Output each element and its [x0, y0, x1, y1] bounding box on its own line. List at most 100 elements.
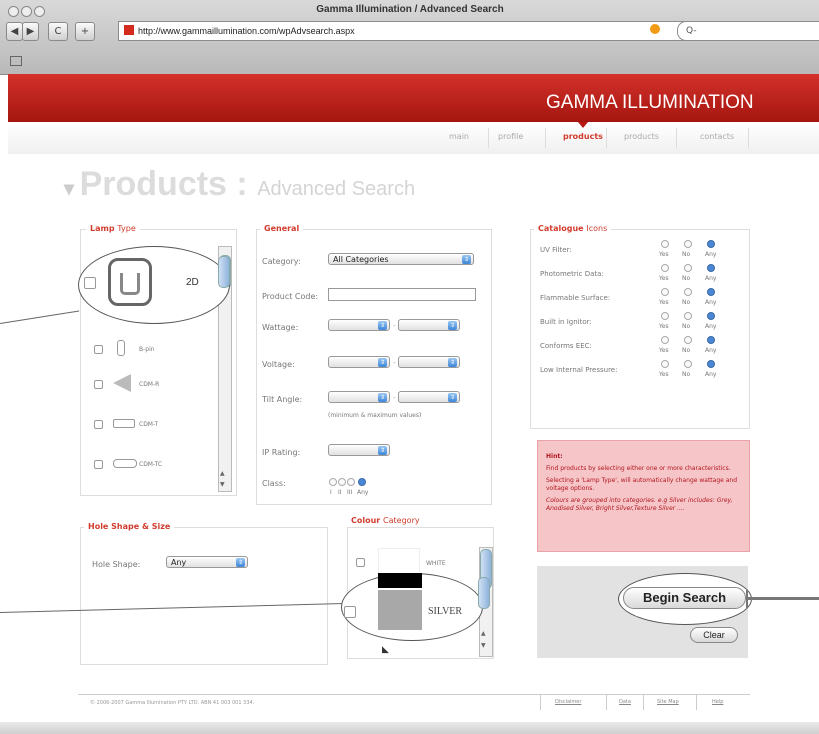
- page-title: ▾ Products : Advanced Search: [64, 165, 415, 204]
- catalogue-radio-no[interactable]: [684, 336, 692, 344]
- nav-item-products[interactable]: products: [624, 132, 659, 141]
- catalogue-option-label: Yes: [659, 251, 669, 258]
- catalogue-option-label: No: [682, 251, 691, 258]
- address-bar[interactable]: http://www.gammaillumination.com/wpAdvse…: [118, 21, 718, 41]
- wattage-max-select[interactable]: ⇕: [398, 319, 460, 331]
- select-arrows-icon: ⇕: [462, 255, 471, 264]
- voltage-min-select[interactable]: ⇕: [328, 356, 390, 368]
- product-code-input[interactable]: [328, 288, 476, 301]
- wattage-label: Wattage:: [262, 323, 299, 332]
- catalogue-option-label: Yes: [659, 323, 669, 330]
- nav-divider: [545, 128, 546, 148]
- scroll-up-arrow-icon[interactable]: ▲: [220, 470, 225, 477]
- lamp-checkbox-cdmtc[interactable]: [94, 460, 103, 469]
- footer-link-help[interactable]: Help: [712, 699, 723, 705]
- zoom-window-icon[interactable]: [34, 6, 45, 17]
- catalogue-radio-any[interactable]: [707, 336, 715, 344]
- catalogue-radio-yes[interactable]: [661, 336, 669, 344]
- forward-button[interactable]: ▶: [22, 22, 39, 41]
- catalogue-option-label: Any: [705, 299, 717, 306]
- range-dash: -: [393, 394, 396, 402]
- nav-item-profile[interactable]: profile: [498, 132, 523, 141]
- hint-title: Hint:: [546, 453, 563, 460]
- catalogue-radio-no[interactable]: [684, 360, 692, 368]
- catalogue-radio-yes[interactable]: [661, 288, 669, 296]
- catalogue-icons-title: Catalogue Icons: [534, 224, 612, 233]
- tube-lamp-icon: [113, 419, 135, 428]
- site-favicon-icon: [124, 25, 134, 35]
- catalogue-option-label: Yes: [659, 371, 669, 378]
- general-title: General: [260, 224, 304, 233]
- ip-rating-select[interactable]: ⇕: [328, 444, 390, 456]
- site-logo[interactable]: GAMMA ILLUMINATION: [546, 92, 754, 114]
- hint-box: Hint: Find products by selecting either …: [537, 440, 750, 552]
- class-label: Class:: [262, 479, 286, 488]
- callout-pointer-bracket: [746, 590, 748, 608]
- close-window-icon[interactable]: [8, 6, 19, 17]
- hint-line-1: Find products by selecting either one or…: [546, 465, 731, 472]
- bookmarks-book-icon[interactable]: [10, 56, 22, 66]
- minimize-window-icon[interactable]: [21, 6, 32, 17]
- lamp-checkbox-cdmr[interactable]: [94, 380, 103, 389]
- catalogue-radio-no[interactable]: [684, 264, 692, 272]
- catalogue-radio-any[interactable]: [707, 312, 715, 320]
- catalogue-radio-any[interactable]: [707, 288, 715, 296]
- catalogue-radio-yes[interactable]: [661, 360, 669, 368]
- nav-item-contacts[interactable]: contacts: [700, 132, 734, 141]
- category-select[interactable]: All Categories ⇕: [328, 253, 474, 265]
- tilt-min-select[interactable]: ⇕: [328, 391, 390, 403]
- catalogue-radio-any[interactable]: [707, 264, 715, 272]
- catalogue-radio-yes[interactable]: [661, 240, 669, 248]
- footer-link-data[interactable]: Data: [619, 699, 631, 705]
- add-bookmark-button[interactable]: +: [75, 22, 95, 41]
- select-arrows-icon: ⇕: [448, 393, 457, 402]
- browser-search-input[interactable]: Q-: [677, 21, 819, 41]
- clear-button[interactable]: Clear: [690, 627, 738, 643]
- tilt-hint: (minimum & maximum values): [328, 412, 422, 419]
- catalogue-row-label: UV Filter:: [540, 246, 572, 254]
- lamp-checkbox-bpin[interactable]: [94, 345, 103, 354]
- lamp-label-cdmtc: CDM-TC: [139, 461, 163, 468]
- catalogue-row-label: Conforms EEC:: [540, 342, 592, 350]
- catalogue-option-label: Any: [705, 251, 717, 258]
- scroll-down-arrow-icon[interactable]: ▼: [481, 642, 486, 649]
- begin-search-button[interactable]: Begin Search: [623, 587, 746, 609]
- reload-button[interactable]: C: [48, 22, 68, 41]
- zoomed-lamp-checkbox[interactable]: [84, 277, 96, 289]
- scroll-up-arrow-icon[interactable]: ▲: [481, 630, 486, 637]
- back-button[interactable]: ◀: [6, 22, 23, 41]
- voltage-max-select[interactable]: ⇕: [398, 356, 460, 368]
- catalogue-icons-panel: [530, 229, 750, 429]
- colour-checkbox-white[interactable]: [356, 558, 365, 567]
- nav-item-products-active[interactable]: products: [563, 132, 603, 141]
- footer-link-disclaimer[interactable]: Disclaimer: [555, 699, 581, 705]
- browser-status-bar: [0, 722, 819, 734]
- select-arrows-icon: ⇕: [448, 321, 457, 330]
- nav-divider: [748, 128, 749, 148]
- lamp-checkbox-cdmt[interactable]: [94, 420, 103, 429]
- select-arrows-icon: ⇕: [378, 393, 387, 402]
- catalogue-radio-no[interactable]: [684, 288, 692, 296]
- catalogue-radio-no[interactable]: [684, 240, 692, 248]
- catalogue-radio-any[interactable]: [707, 360, 715, 368]
- rss-icon[interactable]: [650, 24, 660, 34]
- tilt-max-select[interactable]: ⇕: [398, 391, 460, 403]
- catalogue-radio-any[interactable]: [707, 240, 715, 248]
- catalogue-radio-no[interactable]: [684, 312, 692, 320]
- catalogue-radio-yes[interactable]: [661, 264, 669, 272]
- colour-checkbox-silver[interactable]: [344, 606, 356, 618]
- search-placeholder: Q-: [686, 26, 697, 36]
- lamp-type-title: Lamp Type: [86, 224, 140, 233]
- colour-label-silver: SILVER: [428, 606, 463, 617]
- colour-label-white: WHITE: [426, 560, 446, 567]
- class-radio-iii[interactable]: [347, 478, 355, 486]
- class-radio-i[interactable]: [329, 478, 337, 486]
- class-radio-ii[interactable]: [338, 478, 346, 486]
- scroll-down-arrow-icon[interactable]: ▼: [220, 481, 225, 488]
- class-radio-any[interactable]: [358, 478, 366, 486]
- footer-link-site-map[interactable]: Site Map: [657, 699, 679, 705]
- hole-shape-select[interactable]: Any ⇕: [166, 556, 248, 568]
- wattage-min-select[interactable]: ⇕: [328, 319, 390, 331]
- catalogue-radio-yes[interactable]: [661, 312, 669, 320]
- nav-item-main[interactable]: main: [449, 132, 469, 141]
